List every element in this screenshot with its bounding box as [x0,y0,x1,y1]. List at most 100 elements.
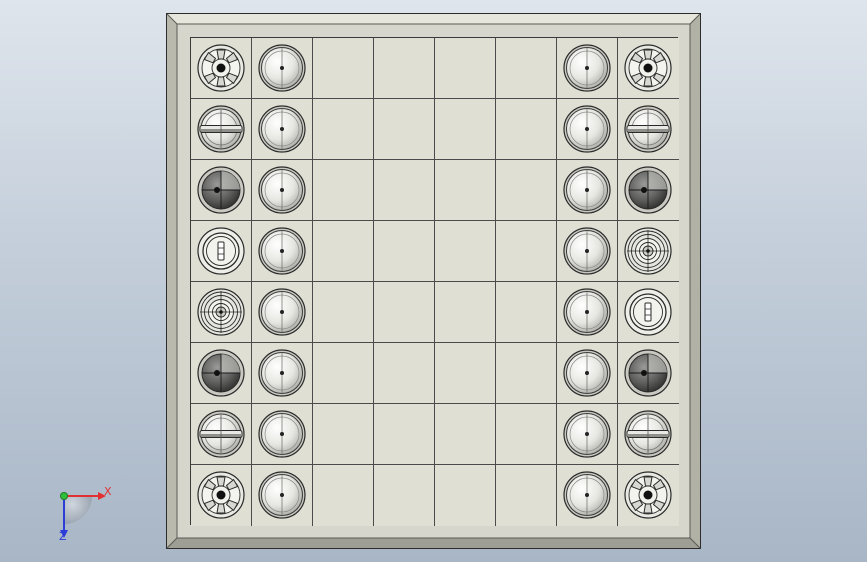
board-square-r3-c2[interactable] [313,221,374,282]
chess-piece-pawn-icon[interactable] [563,105,611,153]
chess-piece-dome-icon[interactable] [624,349,672,397]
board-square-r7-c2[interactable] [313,465,374,526]
chess-piece-wheel-icon[interactable] [197,44,245,92]
board-square-r1-c4[interactable] [435,99,496,160]
chess-piece-pawn-icon[interactable] [258,349,306,397]
board-square-r6-c3[interactable] [374,404,435,465]
chess-piece-pawn-icon[interactable] [563,288,611,336]
board-square-r2-c4[interactable] [435,160,496,221]
board-square-r1-c5[interactable] [496,99,557,160]
chess-piece-dome-icon[interactable] [197,166,245,214]
board-square-r5-c6[interactable] [557,343,618,404]
chess-piece-crown-icon[interactable] [624,227,672,275]
board-square-r1-c7[interactable] [618,99,679,160]
chess-piece-pawn-icon[interactable] [563,166,611,214]
board-square-r0-c7[interactable] [618,38,679,99]
board-square-r4-c6[interactable] [557,282,618,343]
board-square-r0-c1[interactable] [252,38,313,99]
board-square-r6-c0[interactable] [191,404,252,465]
board-square-r4-c0[interactable] [191,282,252,343]
chess-piece-bar-icon[interactable] [197,410,245,458]
chess-piece-pawn-icon[interactable] [258,166,306,214]
board-square-r4-c5[interactable] [496,282,557,343]
chess-piece-wheel-icon[interactable] [624,44,672,92]
chess-piece-bar-icon[interactable] [624,105,672,153]
board-square-r7-c1[interactable] [252,465,313,526]
board-square-r6-c1[interactable] [252,404,313,465]
board-square-r4-c3[interactable] [374,282,435,343]
board-square-r2-c2[interactable] [313,160,374,221]
axis-z-label: Z [59,530,67,543]
board-square-r2-c5[interactable] [496,160,557,221]
chess-piece-pawn-icon[interactable] [258,288,306,336]
chess-piece-bar-icon[interactable] [197,105,245,153]
board-square-r5-c5[interactable] [496,343,557,404]
board-square-r3-c1[interactable] [252,221,313,282]
board-square-r0-c4[interactable] [435,38,496,99]
board-square-r5-c4[interactable] [435,343,496,404]
board-square-r3-c3[interactable] [374,221,435,282]
board-square-r2-c1[interactable] [252,160,313,221]
chess-piece-bar-icon[interactable] [624,410,672,458]
chess-piece-slot-icon[interactable] [624,288,672,336]
board-square-r3-c6[interactable] [557,221,618,282]
board-square-r2-c3[interactable] [374,160,435,221]
chess-piece-wheel-icon[interactable] [624,471,672,519]
board-square-r7-c5[interactable] [496,465,557,526]
board-square-r0-c0[interactable] [191,38,252,99]
chess-piece-pawn-icon[interactable] [258,471,306,519]
board-square-r7-c3[interactable] [374,465,435,526]
board-square-r7-c0[interactable] [191,465,252,526]
board-square-r1-c1[interactable] [252,99,313,160]
board-square-r3-c0[interactable] [191,221,252,282]
board-square-r0-c5[interactable] [496,38,557,99]
piece-shape [197,166,245,214]
board-square-r1-c2[interactable] [313,99,374,160]
chess-piece-dome-icon[interactable] [624,166,672,214]
board-square-r7-c4[interactable] [435,465,496,526]
board-square-r5-c2[interactable] [313,343,374,404]
board-square-r2-c7[interactable] [618,160,679,221]
board-square-r3-c4[interactable] [435,221,496,282]
board-square-r0-c2[interactable] [313,38,374,99]
board-square-r3-c7[interactable] [618,221,679,282]
board-square-r1-c0[interactable] [191,99,252,160]
board-square-r4-c1[interactable] [252,282,313,343]
board-square-r7-c6[interactable] [557,465,618,526]
board-square-r6-c4[interactable] [435,404,496,465]
chess-piece-pawn-icon[interactable] [563,410,611,458]
chess-piece-pawn-icon[interactable] [563,227,611,275]
board-square-r3-c5[interactable] [496,221,557,282]
board-square-r5-c7[interactable] [618,343,679,404]
board-square-r7-c7[interactable] [618,465,679,526]
board-square-r5-c0[interactable] [191,343,252,404]
chess-piece-wheel-icon[interactable] [197,471,245,519]
board-square-r6-c6[interactable] [557,404,618,465]
chess-piece-crown-icon[interactable] [197,288,245,336]
board-square-r0-c6[interactable] [557,38,618,99]
chess-piece-pawn-icon[interactable] [258,105,306,153]
board-square-r4-c7[interactable] [618,282,679,343]
board-square-r2-c6[interactable] [557,160,618,221]
board-square-r5-c1[interactable] [252,343,313,404]
chess-piece-pawn-icon[interactable] [563,44,611,92]
chess-piece-pawn-icon[interactable] [258,227,306,275]
chess-piece-pawn-icon[interactable] [563,471,611,519]
chess-piece-slot-icon[interactable] [197,227,245,275]
board-square-r5-c3[interactable] [374,343,435,404]
board-square-r1-c6[interactable] [557,99,618,160]
board-square-r6-c2[interactable] [313,404,374,465]
board-square-r4-c4[interactable] [435,282,496,343]
cad-viewport[interactable]: X Z [0,0,867,562]
board-square-r0-c3[interactable] [374,38,435,99]
board-square-r1-c3[interactable] [374,99,435,160]
chess-piece-pawn-icon[interactable] [258,410,306,458]
board-square-r6-c7[interactable] [618,404,679,465]
board-square-r4-c2[interactable] [313,282,374,343]
board-square-r2-c0[interactable] [191,160,252,221]
board-square-r6-c5[interactable] [496,404,557,465]
chess-piece-pawn-icon[interactable] [563,349,611,397]
chess-piece-dome-icon[interactable] [197,349,245,397]
chess-piece-pawn-icon[interactable] [258,44,306,92]
chess-board-grid[interactable] [190,37,679,526]
